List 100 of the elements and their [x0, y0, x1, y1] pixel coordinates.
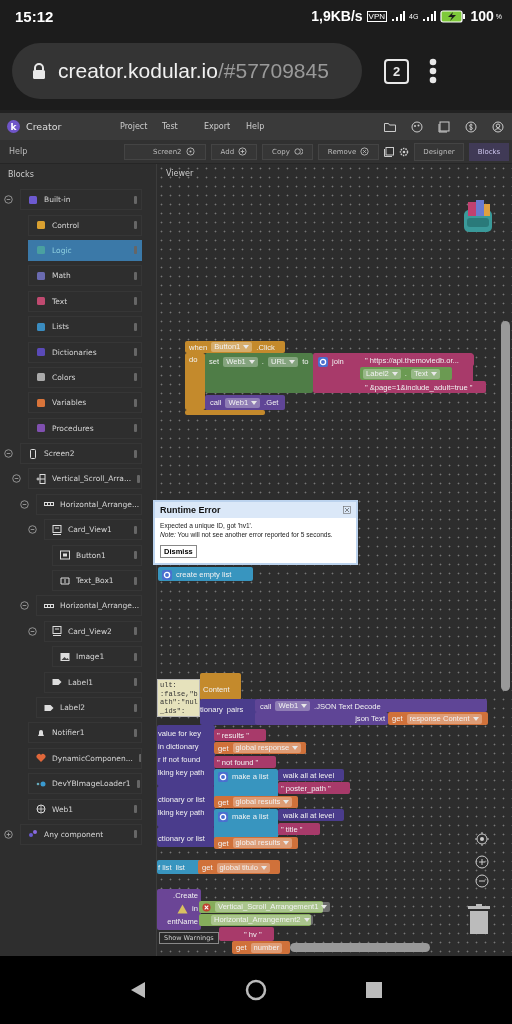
caret-icon	[292, 746, 299, 750]
handle-icon[interactable]	[134, 627, 137, 636]
recents-icon[interactable]	[366, 982, 383, 998]
back-icon[interactable]	[129, 981, 146, 999]
gear-icon[interactable]	[318, 356, 328, 367]
battery-icon	[440, 9, 467, 23]
zoom-in-icon[interactable]	[475, 855, 489, 869]
category-icon	[28, 194, 38, 205]
globe-icon	[36, 804, 46, 815]
remove-icon	[360, 147, 370, 156]
trash-icon[interactable]	[468, 904, 490, 934]
network-speed: 1,9KB/s	[311, 8, 363, 24]
gear-icon[interactable]	[218, 811, 228, 822]
collapse-toggle[interactable]	[20, 601, 29, 611]
handle-icon[interactable]	[134, 830, 137, 839]
folder-icon[interactable]	[384, 121, 396, 132]
gear-icon[interactable]	[162, 569, 172, 580]
tab-count-button[interactable]: 2	[384, 58, 409, 84]
blocks-canvas[interactable]	[157, 164, 512, 956]
url-path: /#57709845	[217, 59, 329, 83]
collapse-toggle[interactable]	[4, 195, 13, 205]
handle-icon[interactable]	[134, 373, 137, 382]
handle-icon[interactable]	[134, 525, 137, 534]
handle-icon[interactable]	[134, 348, 137, 357]
dialog-title: Runtime Error	[160, 505, 221, 515]
close-icon[interactable]	[343, 506, 351, 514]
help-label[interactable]: Help	[9, 147, 124, 156]
category-icon	[36, 296, 46, 307]
handle-icon[interactable]	[134, 297, 137, 306]
collapse-toggle[interactable]	[4, 449, 13, 459]
handle-icon[interactable]	[137, 475, 141, 483]
dollar-icon[interactable]	[465, 120, 477, 133]
handle-icon[interactable]	[134, 678, 137, 687]
collapse-toggle[interactable]	[28, 525, 37, 535]
caret-icon	[289, 359, 296, 364]
handle-icon[interactable]	[134, 322, 137, 331]
warning-icon[interactable]	[177, 903, 189, 914]
handle-icon[interactable]	[136, 779, 140, 788]
account-icon[interactable]	[492, 120, 504, 133]
category-icon	[36, 372, 46, 383]
textbox-icon	[60, 575, 70, 586]
app-logo[interactable]: k	[7, 120, 20, 133]
caret-icon	[391, 371, 398, 376]
caret-icon	[261, 865, 267, 870]
component-icon	[28, 829, 38, 840]
handle-icon[interactable]	[134, 424, 137, 433]
expand-toggle[interactable]	[4, 829, 13, 839]
handle-icon[interactable]	[138, 754, 141, 763]
collapse-toggle[interactable]	[28, 626, 37, 636]
handle-icon[interactable]	[134, 652, 137, 661]
handle-icon[interactable]	[134, 221, 137, 230]
category-icon	[36, 397, 46, 408]
card-icon	[52, 524, 62, 535]
card-icon	[52, 626, 62, 637]
caret-icon	[303, 918, 310, 922]
handle-icon[interactable]	[134, 703, 137, 712]
caret-icon	[321, 905, 328, 909]
phone-icon	[28, 448, 38, 459]
menu-item[interactable]: Export	[204, 122, 246, 131]
handle-icon[interactable]	[134, 728, 137, 737]
caret-icon	[283, 841, 290, 845]
home-icon[interactable]	[245, 979, 267, 1001]
tag-icon	[52, 677, 62, 688]
scrollbar[interactable]	[501, 321, 510, 691]
app-title: Creator	[26, 121, 63, 132]
gallery-icon[interactable]	[384, 146, 395, 157]
handle-icon[interactable]	[134, 398, 137, 407]
handle-icon[interactable]	[134, 195, 137, 204]
menu-item[interactable]: Help	[246, 122, 288, 131]
handle-icon[interactable]	[134, 246, 137, 255]
target-icon	[185, 147, 195, 156]
address-bar[interactable]: creator.kodular.io/#57709845	[12, 43, 362, 99]
recenter-icon[interactable]	[475, 832, 489, 846]
handle-icon[interactable]	[134, 449, 137, 458]
copy-icon	[293, 147, 303, 156]
add-icon	[238, 147, 248, 156]
handle-icon[interactable]	[134, 271, 137, 280]
zoom-out-icon[interactable]	[475, 874, 489, 888]
document-icon[interactable]	[438, 120, 450, 133]
caret-icon	[248, 359, 255, 364]
caret-icon	[430, 371, 437, 376]
bell-icon	[36, 727, 46, 738]
error-icon[interactable]	[202, 902, 211, 912]
menu-item[interactable]: Project	[120, 122, 162, 131]
menu-icon[interactable]	[429, 58, 437, 84]
handle-icon[interactable]	[134, 576, 137, 585]
collapse-toggle[interactable]	[12, 474, 21, 484]
menu-item[interactable]: Test	[162, 122, 204, 131]
handle-icon[interactable]	[134, 805, 137, 814]
image-icon	[60, 651, 70, 662]
caret-icon	[301, 704, 308, 708]
panel-title: Blocks	[7, 169, 35, 181]
caret-icon	[283, 800, 290, 804]
scrollbar[interactable]	[290, 943, 430, 952]
collapse-toggle[interactable]	[20, 499, 29, 509]
battery-level: 100	[470, 8, 494, 24]
handle-icon[interactable]	[134, 551, 137, 560]
settings-icon[interactable]	[399, 146, 410, 157]
gear-icon[interactable]	[218, 771, 228, 782]
signal-icon	[391, 10, 406, 22]
